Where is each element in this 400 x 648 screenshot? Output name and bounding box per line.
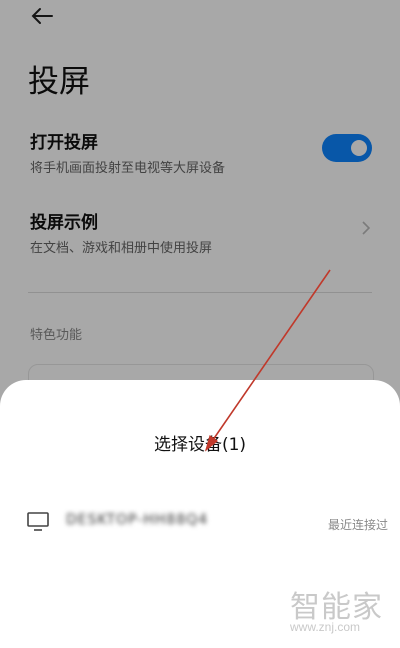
sheet-title: 选择设备(1)	[153, 435, 247, 455]
watermark: 智能家 www.znj.com	[290, 582, 394, 638]
device-name: DESKTOP-HH88Q4	[66, 512, 209, 528]
watermark-url: www.znj.com	[290, 620, 361, 634]
monitor-icon	[27, 512, 49, 531]
device-row[interactable]: DESKTOP-HH88Q4 最近连接过	[0, 502, 400, 542]
device-status: 最近连接过	[327, 518, 388, 532]
